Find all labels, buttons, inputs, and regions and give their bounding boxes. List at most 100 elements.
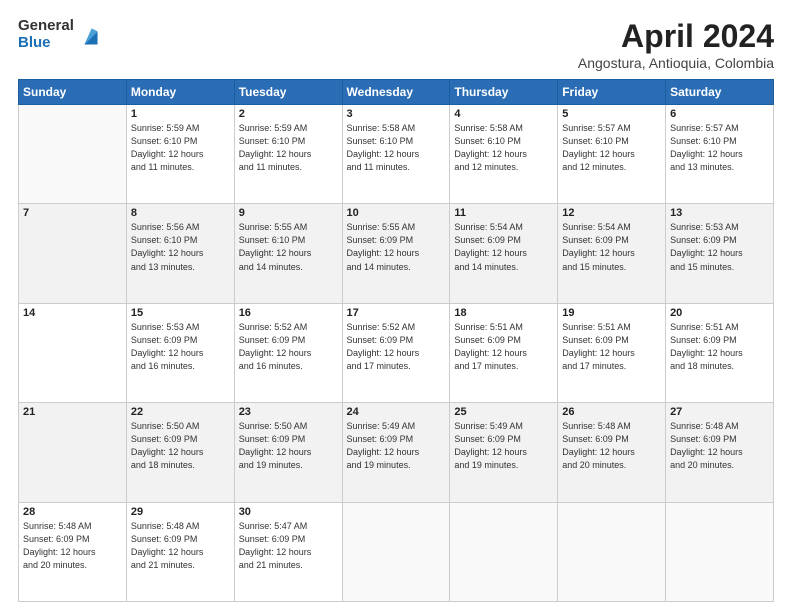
day-info: Sunrise: 5:52 AM Sunset: 6:09 PM Dayligh… bbox=[347, 321, 446, 373]
day-number: 29 bbox=[131, 506, 230, 518]
calendar-cell bbox=[666, 502, 774, 601]
day-info: Sunrise: 5:49 AM Sunset: 6:09 PM Dayligh… bbox=[454, 420, 553, 472]
calendar-cell: 24 Sunrise: 5:49 AM Sunset: 6:09 PM Dayli… bbox=[342, 403, 450, 502]
day-number: 1 bbox=[131, 108, 230, 120]
day-info: Sunrise: 5:51 AM Sunset: 6:09 PM Dayligh… bbox=[562, 321, 661, 373]
day-number: 28 bbox=[23, 506, 122, 518]
calendar-cell bbox=[450, 502, 558, 601]
day-number: 13 bbox=[670, 207, 769, 219]
day-info: Sunrise: 5:47 AM Sunset: 6:09 PM Dayligh… bbox=[239, 520, 338, 572]
day-number: 26 bbox=[562, 406, 661, 418]
day-info: Sunrise: 5:59 AM Sunset: 6:10 PM Dayligh… bbox=[131, 122, 230, 174]
day-number: 8 bbox=[131, 207, 230, 219]
day-number: 20 bbox=[670, 307, 769, 319]
day-info: Sunrise: 5:57 AM Sunset: 6:10 PM Dayligh… bbox=[670, 122, 769, 174]
weekday-header-tuesday: Tuesday bbox=[234, 80, 342, 105]
calendar-cell: 3Sunrise: 5:58 AM Sunset: 6:10 PM Daylig… bbox=[342, 105, 450, 204]
calendar-cell: 6 Sunrise: 5:57 AM Sunset: 6:10 PM Daylig… bbox=[666, 105, 774, 204]
weekday-header-saturday: Saturday bbox=[666, 80, 774, 105]
logo-icon bbox=[77, 24, 99, 46]
calendar-cell: 17 Sunrise: 5:52 AM Sunset: 6:09 PM Dayli… bbox=[342, 303, 450, 402]
day-number: 19 bbox=[562, 307, 661, 319]
day-number: 5 bbox=[562, 108, 661, 120]
calendar-week-row: 14 15 Sunrise: 5:53 AM Sunset: 6:09 PM Day… bbox=[19, 303, 774, 402]
calendar-table: SundayMondayTuesdayWednesdayThursdayFrid… bbox=[18, 79, 774, 602]
calendar-week-row: 1 Sunrise: 5:59 AM Sunset: 6:10 PM Daylig… bbox=[19, 105, 774, 204]
weekday-header-friday: Friday bbox=[558, 80, 666, 105]
calendar-week-row: 28 Sunrise: 5:48 AM Sunset: 6:09 PM Dayli… bbox=[19, 502, 774, 601]
header: General Blue April 2024 Angostura, Antio… bbox=[18, 18, 774, 71]
calendar-cell: 26 Sunrise: 5:48 AM Sunset: 6:09 PM Dayli… bbox=[558, 403, 666, 502]
day-info: Sunrise: 5:53 AM Sunset: 6:09 PM Dayligh… bbox=[131, 321, 230, 373]
calendar-week-row: 78 Sunrise: 5:56 AM Sunset: 6:10 PM Dayli… bbox=[19, 204, 774, 303]
calendar-cell: 10Sunrise: 5:55 AM Sunset: 6:09 PM Dayli… bbox=[342, 204, 450, 303]
day-info: Sunrise: 5:52 AM Sunset: 6:09 PM Dayligh… bbox=[239, 321, 338, 373]
logo-blue: Blue bbox=[18, 35, 74, 52]
location: Angostura, Antioquia, Colombia bbox=[578, 55, 774, 71]
day-number: 25 bbox=[454, 406, 553, 418]
day-number: 3 bbox=[347, 108, 446, 120]
day-info: Sunrise: 5:48 AM Sunset: 6:09 PM Dayligh… bbox=[131, 520, 230, 572]
month-title: April 2024 bbox=[578, 18, 774, 55]
calendar-cell: 18 Sunrise: 5:51 AM Sunset: 6:09 PM Dayli… bbox=[450, 303, 558, 402]
weekday-header-monday: Monday bbox=[126, 80, 234, 105]
weekday-header-sunday: Sunday bbox=[19, 80, 127, 105]
day-info: Sunrise: 5:50 AM Sunset: 6:09 PM Dayligh… bbox=[239, 420, 338, 472]
calendar-cell: 23Sunrise: 5:50 AM Sunset: 6:09 PM Dayli… bbox=[234, 403, 342, 502]
day-number: 18 bbox=[454, 307, 553, 319]
day-info: Sunrise: 5:56 AM Sunset: 6:10 PM Dayligh… bbox=[131, 221, 230, 273]
day-info: Sunrise: 5:59 AM Sunset: 6:10 PM Dayligh… bbox=[239, 122, 338, 174]
calendar-cell: 16Sunrise: 5:52 AM Sunset: 6:09 PM Dayli… bbox=[234, 303, 342, 402]
calendar-cell bbox=[19, 105, 127, 204]
day-info: Sunrise: 5:48 AM Sunset: 6:09 PM Dayligh… bbox=[562, 420, 661, 472]
day-number: 15 bbox=[131, 307, 230, 319]
calendar-cell: 30Sunrise: 5:47 AM Sunset: 6:09 PM Dayli… bbox=[234, 502, 342, 601]
day-info: Sunrise: 5:53 AM Sunset: 6:09 PM Dayligh… bbox=[670, 221, 769, 273]
calendar-cell: 21 bbox=[19, 403, 127, 502]
calendar-cell: 29 Sunrise: 5:48 AM Sunset: 6:09 PM Dayli… bbox=[126, 502, 234, 601]
day-info: Sunrise: 5:54 AM Sunset: 6:09 PM Dayligh… bbox=[454, 221, 553, 273]
page: General Blue April 2024 Angostura, Antio… bbox=[0, 0, 792, 612]
day-number: 22 bbox=[131, 406, 230, 418]
day-number: 17 bbox=[347, 307, 446, 319]
day-number: 4 bbox=[454, 108, 553, 120]
calendar-cell: 14 bbox=[19, 303, 127, 402]
calendar-cell: 20 Sunrise: 5:51 AM Sunset: 6:09 PM Dayli… bbox=[666, 303, 774, 402]
calendar-cell: 11 Sunrise: 5:54 AM Sunset: 6:09 PM Dayli… bbox=[450, 204, 558, 303]
calendar-week-row: 21 22 Sunrise: 5:50 AM Sunset: 6:09 PM Day… bbox=[19, 403, 774, 502]
day-info: Sunrise: 5:49 AM Sunset: 6:09 PM Dayligh… bbox=[347, 420, 446, 472]
calendar-cell: 13 Sunrise: 5:53 AM Sunset: 6:09 PM Dayli… bbox=[666, 204, 774, 303]
day-info: Sunrise: 5:55 AM Sunset: 6:09 PM Dayligh… bbox=[347, 221, 446, 273]
calendar-cell bbox=[558, 502, 666, 601]
day-number: 2 bbox=[239, 108, 338, 120]
day-number: 27 bbox=[670, 406, 769, 418]
day-info: Sunrise: 5:55 AM Sunset: 6:10 PM Dayligh… bbox=[239, 221, 338, 273]
calendar-cell: 7 bbox=[19, 204, 127, 303]
day-number: 12 bbox=[562, 207, 661, 219]
calendar-cell: 2 Sunrise: 5:59 AM Sunset: 6:10 PM Daylig… bbox=[234, 105, 342, 204]
day-number: 24 bbox=[347, 406, 446, 418]
day-info: Sunrise: 5:48 AM Sunset: 6:09 PM Dayligh… bbox=[670, 420, 769, 472]
weekday-header-wednesday: Wednesday bbox=[342, 80, 450, 105]
day-info: Sunrise: 5:50 AM Sunset: 6:09 PM Dayligh… bbox=[131, 420, 230, 472]
day-number: 11 bbox=[454, 207, 553, 219]
day-number: 7 bbox=[23, 207, 122, 219]
day-info: Sunrise: 5:51 AM Sunset: 6:09 PM Dayligh… bbox=[670, 321, 769, 373]
day-info: Sunrise: 5:57 AM Sunset: 6:10 PM Dayligh… bbox=[562, 122, 661, 174]
calendar-cell: 8 Sunrise: 5:56 AM Sunset: 6:10 PM Daylig… bbox=[126, 204, 234, 303]
day-number: 14 bbox=[23, 307, 122, 319]
calendar-cell: 5 Sunrise: 5:57 AM Sunset: 6:10 PM Daylig… bbox=[558, 105, 666, 204]
calendar-cell: 19 Sunrise: 5:51 AM Sunset: 6:09 PM Dayli… bbox=[558, 303, 666, 402]
calendar-cell: 22 Sunrise: 5:50 AM Sunset: 6:09 PM Dayli… bbox=[126, 403, 234, 502]
title-block: April 2024 Angostura, Antioquia, Colombi… bbox=[578, 18, 774, 71]
calendar-cell: 4Sunrise: 5:58 AM Sunset: 6:10 PM Daylig… bbox=[450, 105, 558, 204]
day-info: Sunrise: 5:51 AM Sunset: 6:09 PM Dayligh… bbox=[454, 321, 553, 373]
logo: General Blue bbox=[18, 18, 99, 51]
day-info: Sunrise: 5:54 AM Sunset: 6:09 PM Dayligh… bbox=[562, 221, 661, 273]
day-number: 6 bbox=[670, 108, 769, 120]
weekday-header-thursday: Thursday bbox=[450, 80, 558, 105]
day-info: Sunrise: 5:48 AM Sunset: 6:09 PM Dayligh… bbox=[23, 520, 122, 572]
calendar-cell: 28 Sunrise: 5:48 AM Sunset: 6:09 PM Dayli… bbox=[19, 502, 127, 601]
calendar-cell: 9Sunrise: 5:55 AM Sunset: 6:10 PM Daylig… bbox=[234, 204, 342, 303]
calendar-cell: 1 Sunrise: 5:59 AM Sunset: 6:10 PM Daylig… bbox=[126, 105, 234, 204]
